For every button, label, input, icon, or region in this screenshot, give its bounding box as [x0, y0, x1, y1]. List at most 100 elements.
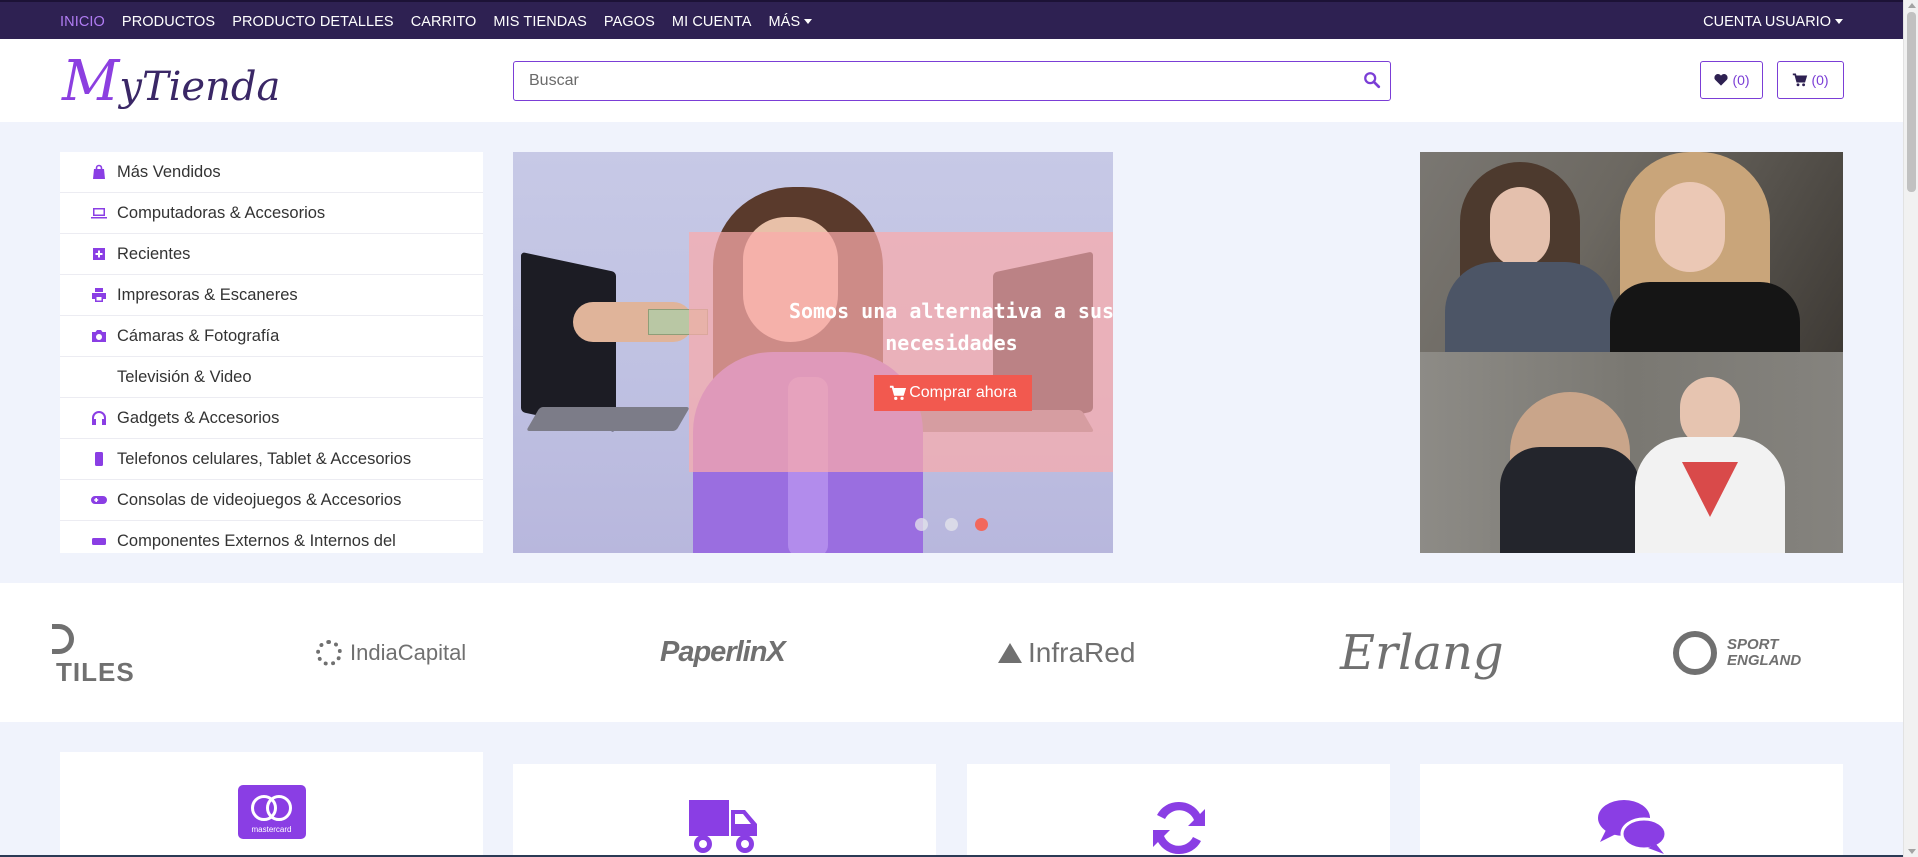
- category-item[interactable]: Impresoras & Escaneres: [60, 275, 483, 316]
- brand-logo[interactable]: InfraRed: [998, 583, 1135, 722]
- category-item[interactable]: Televisión & Video: [60, 357, 483, 398]
- category-item[interactable]: Consolas de videojuegos & Accesorios: [60, 480, 483, 521]
- nav-productos[interactable]: PRODUCTOS: [122, 14, 215, 30]
- carousel-dot-3[interactable]: [975, 518, 988, 531]
- chevron-down-icon: [804, 19, 813, 25]
- model-face-image: [1490, 187, 1550, 267]
- shopping-bag-icon: [91, 164, 107, 180]
- brand-logo[interactable]: TILES: [52, 583, 135, 722]
- category-item[interactable]: Recientes: [60, 234, 483, 275]
- carousel-dot-1[interactable]: [915, 518, 928, 531]
- account-dropdown[interactable]: CUENTA USUARIO: [1703, 2, 1843, 41]
- brand-mark-icon: [316, 639, 342, 666]
- camera-icon: [91, 328, 107, 344]
- category-label: Recientes: [117, 244, 191, 263]
- nav-mas-label: MÁS: [768, 13, 801, 30]
- category-label: Telefonos celulares, Tablet & Accesorios: [117, 449, 412, 468]
- site-header: MyTienda (0) (0): [0, 39, 1903, 122]
- hdd-icon: [91, 533, 107, 549]
- category-label: Más Vendidos: [117, 162, 221, 181]
- logo-initial: M: [62, 49, 120, 114]
- nav-mas-dropdown[interactable]: MÁS: [769, 14, 813, 30]
- promo-banner-kids[interactable]: [1420, 352, 1843, 553]
- chevron-down-icon: [1835, 19, 1843, 24]
- nav-pagos[interactable]: PAGOS: [604, 14, 655, 30]
- feature-card-returns: [967, 764, 1390, 857]
- category-label: Televisión & Video: [117, 367, 252, 386]
- brand-strip: TILES IndiaCapital PaperlinX InfraRed Er…: [0, 583, 1903, 722]
- brand-logo[interactable]: SPORT ENGLAND: [1673, 583, 1817, 722]
- cart-count: (0): [1811, 72, 1829, 88]
- feature-card-shipping: [513, 764, 936, 857]
- carousel-indicators: [915, 518, 988, 531]
- brand-name: InfraRed: [1028, 636, 1136, 668]
- model-top-image: [1610, 282, 1800, 352]
- scroll-down-icon[interactable]: [1908, 849, 1916, 854]
- brand-mark-icon: [1673, 630, 1717, 675]
- search-input[interactable]: [514, 62, 1344, 99]
- child-dress-image: [1500, 447, 1640, 553]
- mobile-icon: [91, 451, 107, 467]
- category-item[interactable]: Más Vendidos: [60, 152, 483, 193]
- brand-mark-icon: [52, 624, 74, 654]
- page-scrollbar[interactable]: [1903, 0, 1918, 857]
- carousel-dot-2[interactable]: [945, 518, 958, 531]
- category-item[interactable]: Telefonos celulares, Tablet & Accesorios: [60, 439, 483, 480]
- category-label: Computadoras & Accesorios: [117, 203, 326, 222]
- category-item[interactable]: Componentes Externos & Internos del: [60, 521, 483, 553]
- category-sidebar: Más Vendidos Computadoras & Accesorios R…: [60, 152, 483, 553]
- plus-square-icon: [91, 246, 107, 262]
- search-icon[interactable]: [1363, 71, 1381, 89]
- gamepad-icon: [91, 492, 107, 508]
- mastercard-text: mastercard: [251, 825, 292, 834]
- mastercard-icon: mastercard: [237, 785, 306, 839]
- brand-name: TILES: [56, 657, 135, 687]
- scrollbar-thumb[interactable]: [1907, 12, 1916, 192]
- shirt-print-image: [1682, 462, 1738, 517]
- brand-mark-icon: [998, 642, 1022, 663]
- site-logo[interactable]: MyTienda: [62, 49, 280, 114]
- promo-banner-women[interactable]: [1420, 152, 1843, 352]
- brand-name: Erlang: [1340, 624, 1504, 681]
- category-label: Componentes Externos & Internos del: [117, 531, 396, 550]
- tv-icon: [91, 369, 107, 385]
- chat-icon: [1597, 800, 1667, 854]
- wishlist-button[interactable]: (0): [1700, 61, 1763, 99]
- search-bar: [513, 61, 1391, 101]
- nav-carrito[interactable]: CARRITO: [411, 14, 477, 30]
- account-label: CUENTA USUARIO: [1703, 13, 1831, 30]
- scroll-up-icon[interactable]: [1908, 3, 1916, 8]
- brand-name: SPORT ENGLAND: [1727, 635, 1802, 669]
- brand-name: PaperlinX: [660, 636, 786, 668]
- model-fur-vest-image: [1445, 262, 1615, 352]
- nav-inicio[interactable]: INICIO: [60, 14, 105, 30]
- cart-button[interactable]: (0): [1777, 61, 1844, 99]
- category-label: Gadgets & Accesorios: [117, 408, 280, 427]
- category-label: Consolas de videojuegos & Accesorios: [117, 490, 402, 509]
- feature-card-payment: mastercard: [60, 752, 483, 857]
- category-item[interactable]: Cámaras & Fotografía: [60, 316, 483, 357]
- brand-logo[interactable]: IndiaCapital: [316, 583, 466, 722]
- top-navbar: INICIO PRODUCTOS PRODUCTO DETALLES CARRI…: [0, 0, 1903, 39]
- main-nav: INICIO PRODUCTOS PRODUCTO DETALLES CARRI…: [60, 2, 813, 41]
- cart-icon: [1793, 73, 1808, 87]
- laptop-image: [521, 251, 616, 433]
- laptop-icon: [91, 205, 107, 221]
- shop-now-label: Comprar ahora: [909, 384, 1017, 401]
- nav-mis-tiendas[interactable]: MIS TIENDAS: [493, 14, 587, 30]
- logo-text: yTienda: [119, 64, 281, 110]
- shop-now-button[interactable]: Comprar ahora: [874, 375, 1032, 411]
- model-face-image: [1655, 182, 1725, 272]
- printer-icon: [91, 287, 107, 303]
- headphones-icon: [91, 410, 107, 426]
- category-label: Impresoras & Escaneres: [117, 285, 298, 304]
- brand-logo[interactable]: PaperlinX: [660, 583, 786, 722]
- nav-producto-detalles[interactable]: PRODUCTO DETALLES: [232, 14, 394, 30]
- nav-mi-cuenta[interactable]: MI CUENTA: [672, 14, 752, 30]
- refresh-icon: [1152, 801, 1205, 855]
- laptop-base-image: [526, 407, 690, 431]
- category-item[interactable]: Computadoras & Accesorios: [60, 193, 483, 234]
- heart-icon: [1714, 73, 1729, 86]
- brand-logo[interactable]: Erlang: [1340, 583, 1504, 722]
- category-item[interactable]: Gadgets & Accesorios: [60, 398, 483, 439]
